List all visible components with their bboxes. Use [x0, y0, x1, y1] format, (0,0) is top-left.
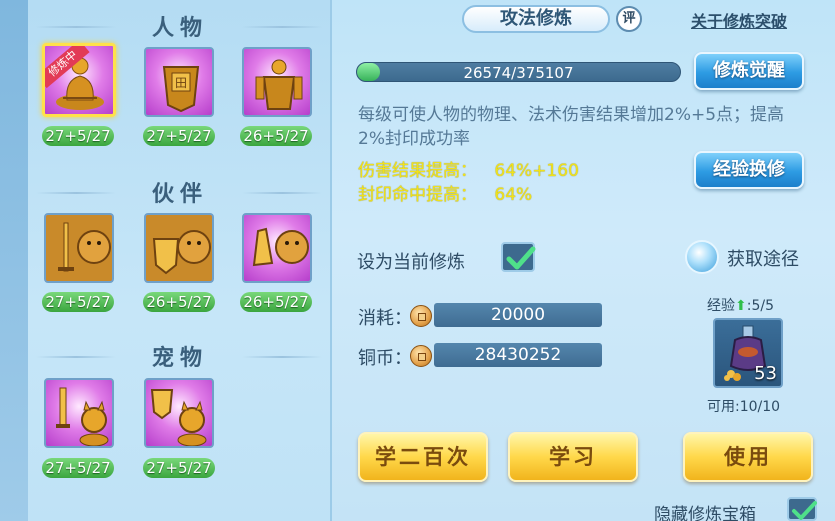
bonus-row-damage: 伤害结果提高： 64%+160 — [358, 156, 579, 181]
character-skill-3-level: 26+5/27 — [240, 126, 312, 146]
bonus-row-seal: 封印命中提高： 64% — [358, 180, 532, 205]
item-count: 53 — [754, 363, 777, 384]
learn-button[interactable]: 学习 — [508, 432, 638, 482]
cost-label: 消耗： — [358, 308, 412, 329]
exp-text: 经验 — [707, 298, 735, 314]
cultivation-potion-slot[interactable]: 53 — [713, 318, 783, 388]
available-label: 可用:10/10 — [707, 399, 781, 415]
exp-label: 经验⬆:5/5 — [707, 295, 774, 315]
arrow-up-icon: ⬆ — [735, 298, 747, 314]
cost-value: 20000 — [434, 303, 602, 327]
lion-sword-icon — [46, 215, 112, 281]
lion-fist-icon — [252, 227, 309, 267]
progress-text: 26574/375107 — [463, 64, 574, 82]
book-icon — [685, 240, 719, 274]
left-edge-strip — [0, 0, 28, 521]
partner-skill-2[interactable] — [144, 213, 214, 283]
coin-icon — [410, 345, 432, 367]
awaken-button[interactable]: 修炼觉醒 — [694, 52, 804, 90]
cat-sword-icon — [56, 387, 109, 446]
experience-progress-bar: 26574/375107 — [356, 62, 681, 82]
rate-badge[interactable]: 评 — [616, 6, 642, 32]
pet-skill-2-level: 27+5/27 — [143, 458, 215, 478]
get-way-label: 获取途径 — [727, 249, 799, 270]
pet-skill-1[interactable] — [44, 378, 114, 448]
bonus-value: 64%+160 — [494, 161, 579, 181]
character-skill-2-level: 27+5/27 — [143, 126, 215, 146]
ornament-right — [242, 356, 322, 358]
hide-chest-label: 隐藏修炼宝箱 — [654, 505, 756, 521]
lion-shield-icon — [146, 215, 212, 281]
bonus-label: 封印命中提高： — [358, 185, 477, 205]
bonus-label: 伤害结果提高： — [358, 161, 477, 181]
exchange-exp-button[interactable]: 经验换修 — [694, 151, 804, 189]
svg-text:田: 田 — [175, 76, 187, 90]
learn-200-button[interactable]: 学二百次 — [358, 432, 488, 482]
ornament-right — [242, 192, 322, 194]
use-button[interactable]: 使用 — [683, 432, 813, 482]
ornament-right — [242, 26, 322, 28]
partner-skill-3-level: 26+5/27 — [240, 292, 312, 312]
set-current-label: 设为当前修炼 — [357, 252, 465, 273]
effect-description: 每级可使人物的物理、法术伤害结果增加2%+5点；提高2%封印成功率 — [358, 105, 785, 149]
checkmark-icon — [792, 501, 817, 520]
tab-attack-cultivation[interactable]: 攻法修炼 — [462, 5, 610, 33]
skill-list-panel: 人物 修炼中 27+5/27 田 27+5/27 26+5/27 伙伴 27+5… — [28, 0, 332, 521]
exp-value: :5/5 — [746, 298, 774, 314]
partner-skill-3[interactable] — [242, 213, 312, 283]
character-skill-1[interactable]: 修炼中 — [42, 43, 116, 117]
partner-skill-2-level: 26+5/27 — [143, 292, 215, 312]
breakthrough-link[interactable]: 关于修炼突破 — [691, 8, 787, 32]
cat-shield-icon — [150, 389, 207, 446]
warrior-armor-icon — [255, 59, 303, 110]
character-skill-1-level: 27+5/27 — [42, 126, 114, 146]
coin-icon — [410, 305, 432, 327]
armor-shield-icon: 田 — [162, 66, 200, 113]
pet-skill-2[interactable] — [144, 378, 214, 448]
checkmark-icon — [506, 246, 536, 270]
partner-skill-1-level: 27+5/27 — [42, 292, 114, 312]
hide-chest-checkbox[interactable] — [787, 497, 817, 521]
partner-skill-1[interactable] — [44, 213, 114, 283]
bonus-value: 64% — [494, 185, 533, 205]
pet-skill-1-level: 27+5/27 — [42, 458, 114, 478]
copper-label: 铜币： — [358, 348, 412, 369]
copper-value: 28430252 — [434, 343, 602, 367]
character-skill-3[interactable] — [242, 47, 312, 117]
set-current-checkbox[interactable] — [501, 242, 536, 272]
character-skill-2[interactable]: 田 — [144, 47, 214, 117]
